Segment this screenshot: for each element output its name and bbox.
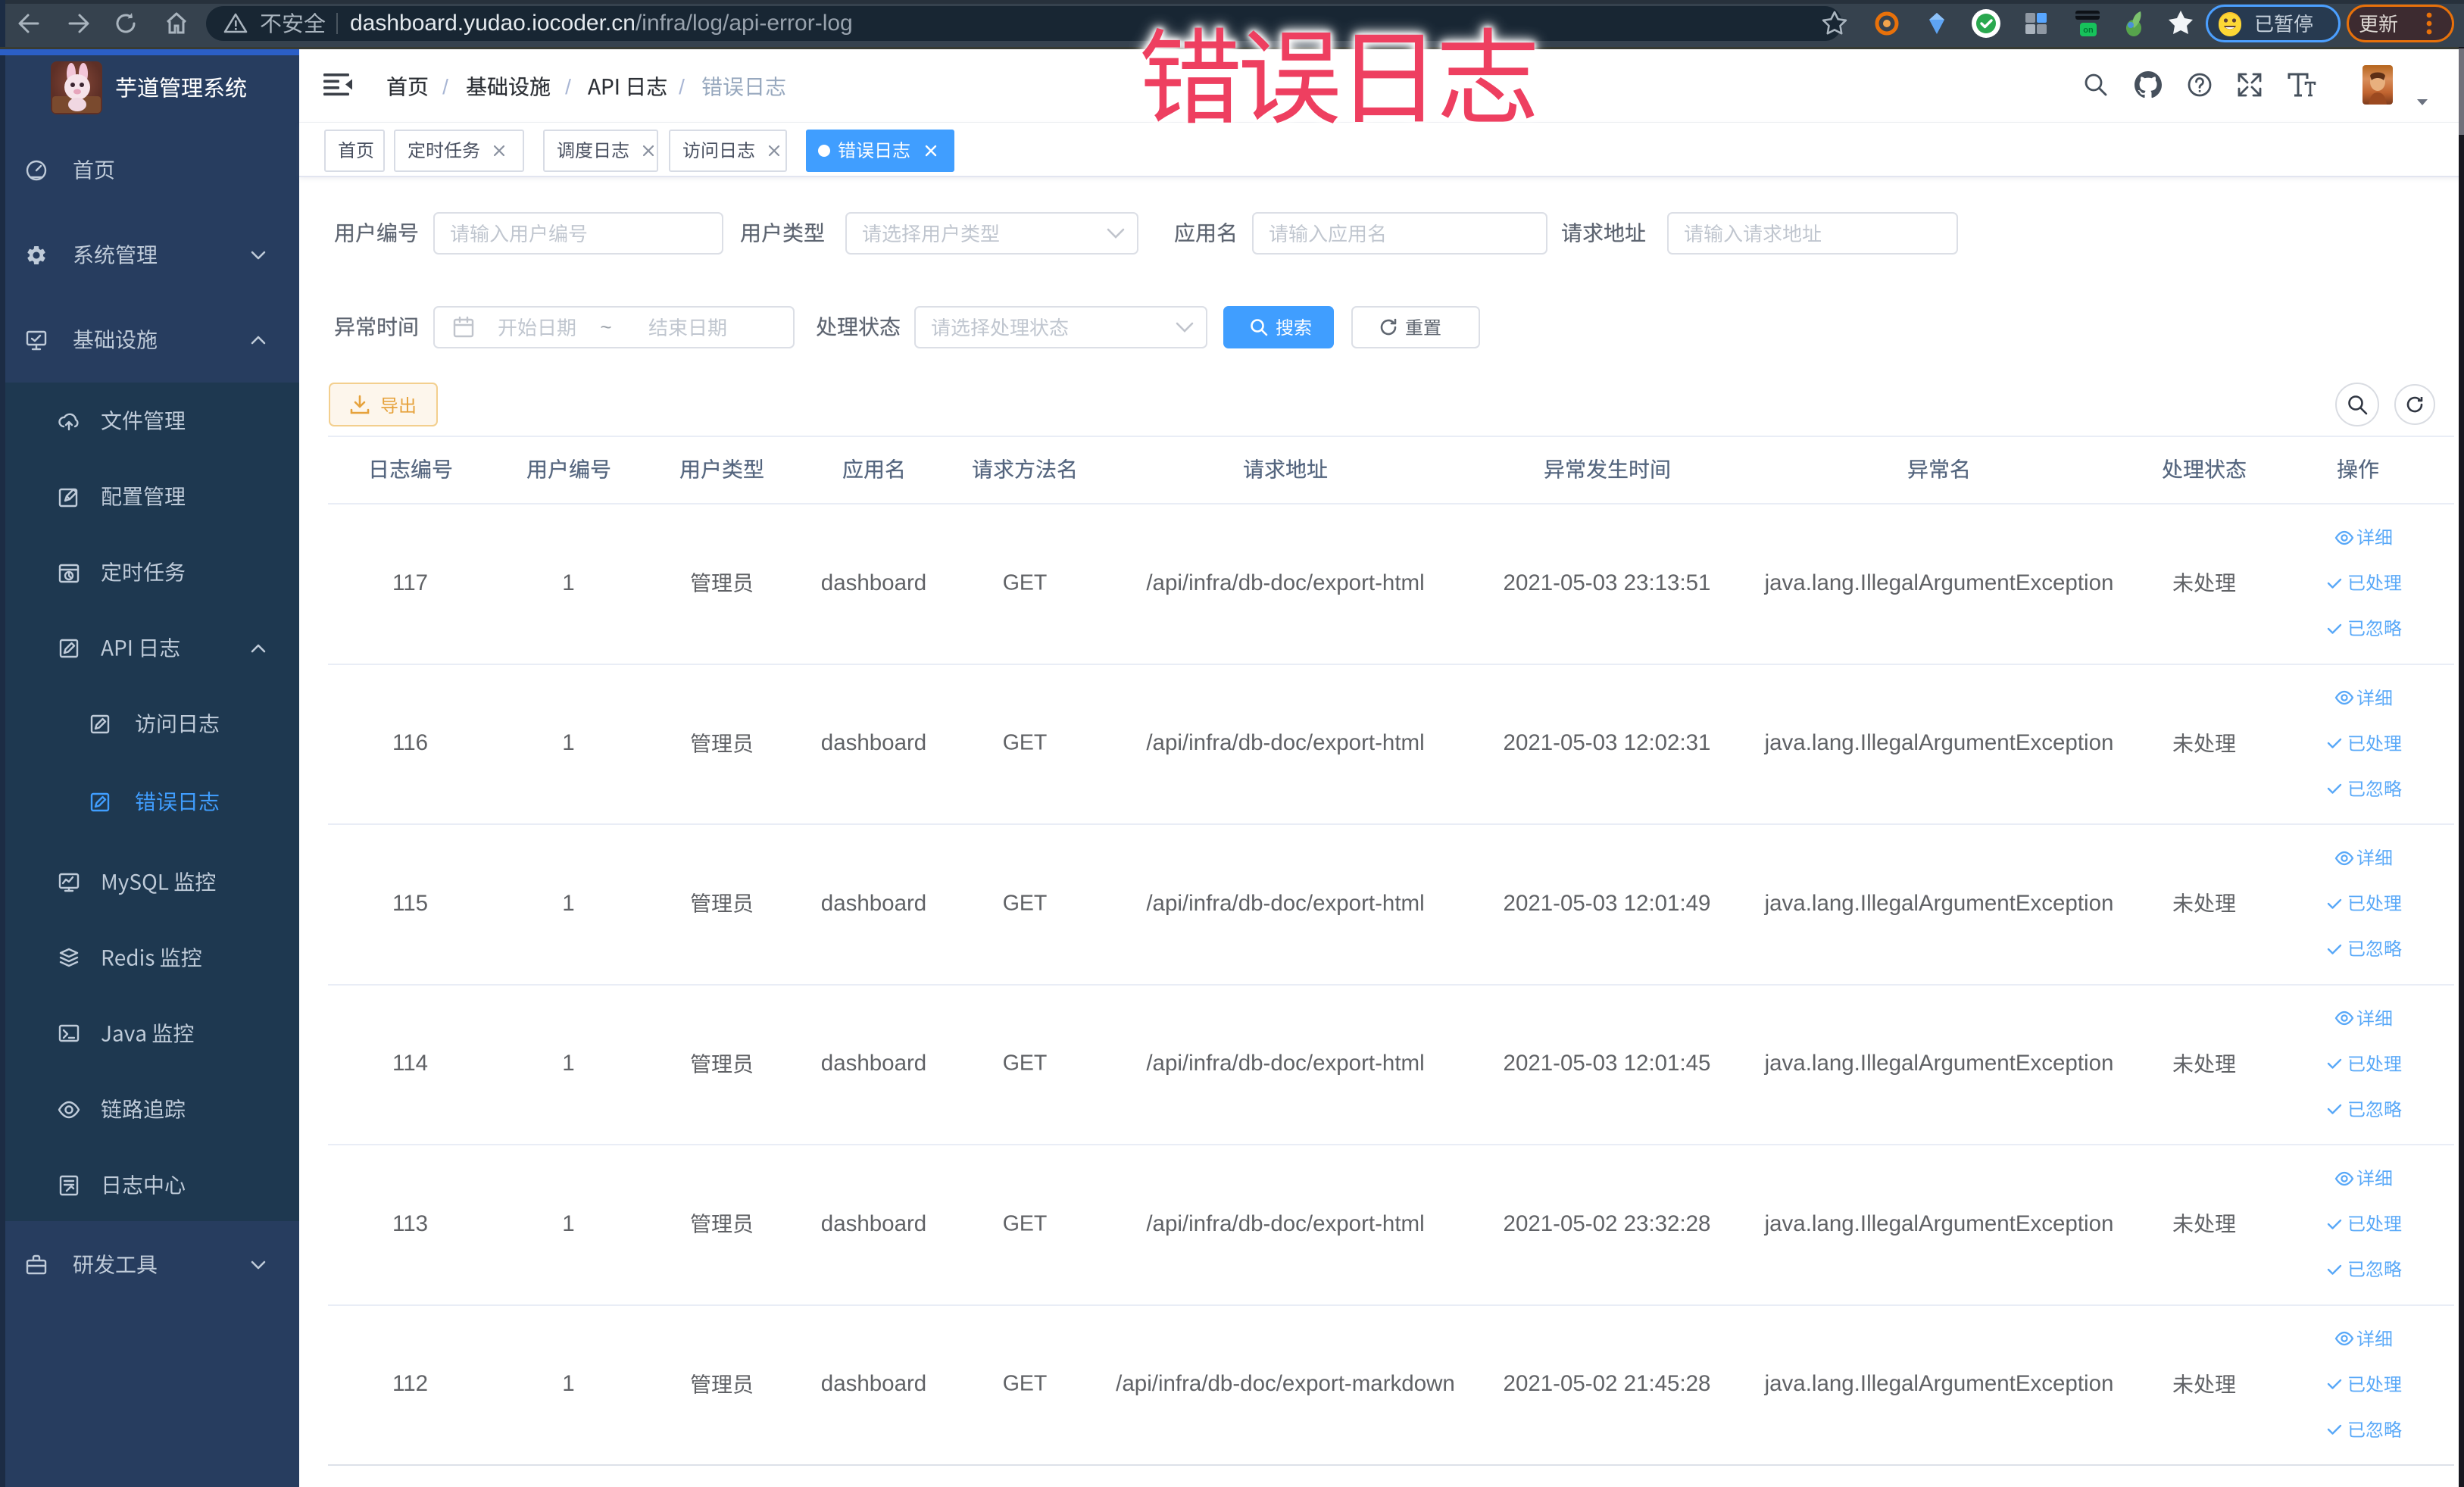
svg-text:on: on — [2083, 26, 2094, 35]
